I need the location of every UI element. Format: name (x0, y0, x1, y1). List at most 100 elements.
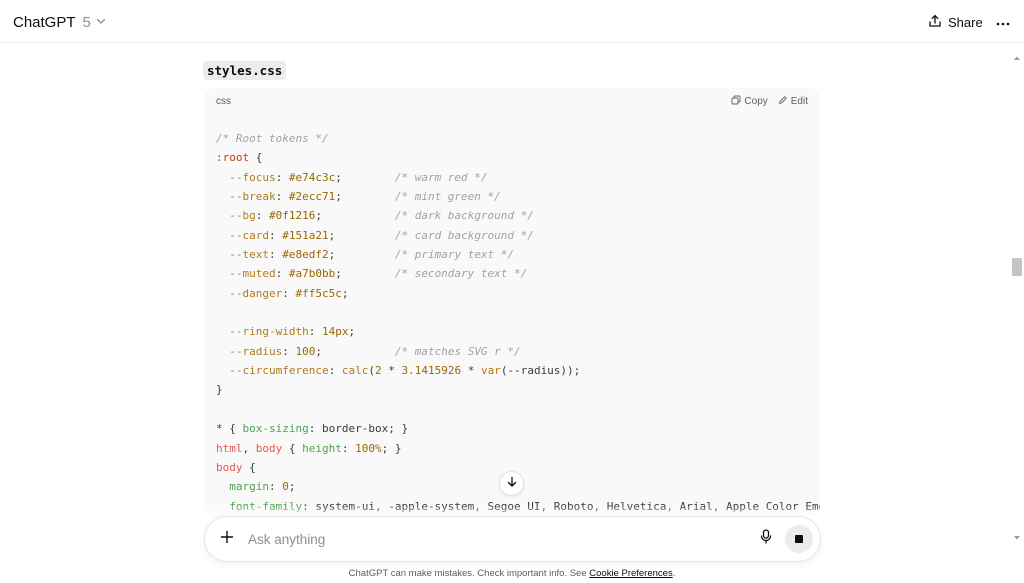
code-token-comment: /* mint green */ (394, 190, 501, 204)
edit-code-button[interactable]: Edit (778, 95, 808, 108)
code-token-plain: : (282, 286, 296, 300)
code-token-plain: { (249, 151, 263, 165)
code-token-var: --text (229, 248, 269, 262)
code-token-plain: : (328, 364, 342, 378)
model-switcher[interactable]: ChatGPT 5 (13, 11, 107, 33)
code-language-label: css (216, 96, 231, 107)
code-token-comment: /* warm red */ (394, 170, 488, 184)
share-icon (928, 14, 942, 31)
code-token-plain: , (242, 441, 256, 455)
code-token-num: 2 (374, 364, 382, 378)
code-token-num: #0f1216 (269, 209, 316, 223)
more-icon (996, 13, 1010, 31)
code-token-plain: * (461, 364, 481, 378)
model-name: ChatGPT (13, 13, 76, 31)
code-token-prop: height (302, 441, 342, 455)
cookie-preferences-link[interactable]: Cookie Preferences (589, 568, 672, 579)
code-token-tag: body (216, 460, 243, 474)
code-token-fn: calc (341, 364, 369, 378)
code-token-plain: ; } (381, 441, 402, 455)
disclaimer-text: ChatGPT can make mistakes. Check importa… (348, 568, 590, 579)
code-line: --circumference: calc(2 * 3.1415926 * va… (216, 361, 820, 380)
add-attachment-button[interactable] (216, 528, 238, 550)
code-token-prop: box-sizing (242, 422, 309, 436)
code-token-plain: { (242, 460, 256, 474)
mic-icon (760, 529, 772, 549)
code-token-plain: ; (328, 248, 395, 262)
code-token-plain: : border-box; } (308, 422, 409, 436)
edit-label: Edit (790, 96, 808, 107)
code-block-header: css Copy Edit (204, 88, 820, 116)
code-token-plain: : (269, 248, 283, 262)
share-label: Share (948, 14, 983, 30)
code-token-comment: /* secondary text */ (394, 267, 528, 281)
code-content: /* Root tokens */:root { --focus: #e74c3… (216, 129, 820, 516)
code-token-selector: :root (216, 151, 250, 165)
code-token-var: --muted (229, 267, 276, 281)
code-token-comment: /* card background */ (394, 228, 534, 242)
code-token-tag: html (216, 441, 243, 455)
code-token-plain: } (216, 383, 223, 397)
code-line: --ring-width: 14px; (216, 322, 820, 341)
plus-icon (220, 530, 234, 549)
code-token-plain: ; (341, 286, 349, 300)
code-line: --text: #e8edf2; /* primary text */ (216, 245, 820, 264)
model-version: 5 (82, 13, 91, 31)
prompt-input[interactable] (246, 529, 726, 549)
code-token-plain: ; (348, 325, 356, 339)
more-options-button[interactable] (993, 12, 1013, 32)
copy-code-button[interactable]: Copy (731, 95, 768, 108)
scroll-down-arrow[interactable] (1013, 528, 1021, 540)
chevron-down-icon (95, 14, 107, 31)
code-token-plain: : (308, 325, 322, 339)
code-token-var: --circumference (229, 364, 329, 378)
scrollbar-thumb[interactable] (1012, 258, 1022, 276)
code-token-plain: : (275, 267, 289, 281)
code-line: --muted: #a7b0bb; /* secondary text */ (216, 264, 820, 283)
code-line: html, body { height: 100%; } (216, 439, 820, 458)
stop-generating-button[interactable] (785, 525, 813, 553)
scroll-to-bottom-button[interactable] (499, 471, 524, 496)
code-token-var: --danger (229, 286, 283, 300)
code-token-plain: ; (335, 267, 395, 281)
copy-label: Copy (744, 96, 768, 107)
code-token-num: 3.1415926 (401, 364, 462, 378)
code-token-plain: : (275, 190, 289, 204)
code-token-plain: : (269, 480, 283, 494)
code-line: --radius: 100; /* matches SVG r */ (216, 342, 820, 361)
prompt-composer (204, 516, 821, 562)
code-token-num: #2ecc71 (288, 190, 336, 204)
code-token-num: 100 (295, 344, 316, 358)
code-token-plain: : (255, 209, 269, 223)
code-token-plain: * (381, 364, 402, 378)
top-bar: ChatGPT 5 Share (0, 0, 1024, 43)
code-token-comment: /* matches SVG r */ (394, 344, 521, 358)
code-token-fn: var (480, 364, 501, 378)
code-token-num: #e74c3c (288, 170, 336, 184)
code-line: --bg: #0f1216; /* dark background */ (216, 206, 820, 225)
code-token-var: --radius (229, 344, 283, 358)
code-token-num: #e8edf2 (282, 248, 329, 262)
code-line: } (216, 380, 820, 399)
code-line: --card: #151a21; /* card background */ (216, 226, 820, 245)
share-button[interactable]: Share (928, 10, 983, 34)
code-token-num: 14px (321, 325, 349, 339)
code-token-var: --ring-width (229, 325, 309, 339)
code-token-plain: (--radius)); (500, 364, 581, 378)
scroll-up-arrow[interactable] (1013, 48, 1021, 60)
code-token-comment: /* dark background */ (394, 209, 534, 223)
code-token-plain: : (341, 441, 356, 455)
dictate-button[interactable] (756, 529, 776, 549)
code-token-plain: ( (368, 364, 375, 378)
